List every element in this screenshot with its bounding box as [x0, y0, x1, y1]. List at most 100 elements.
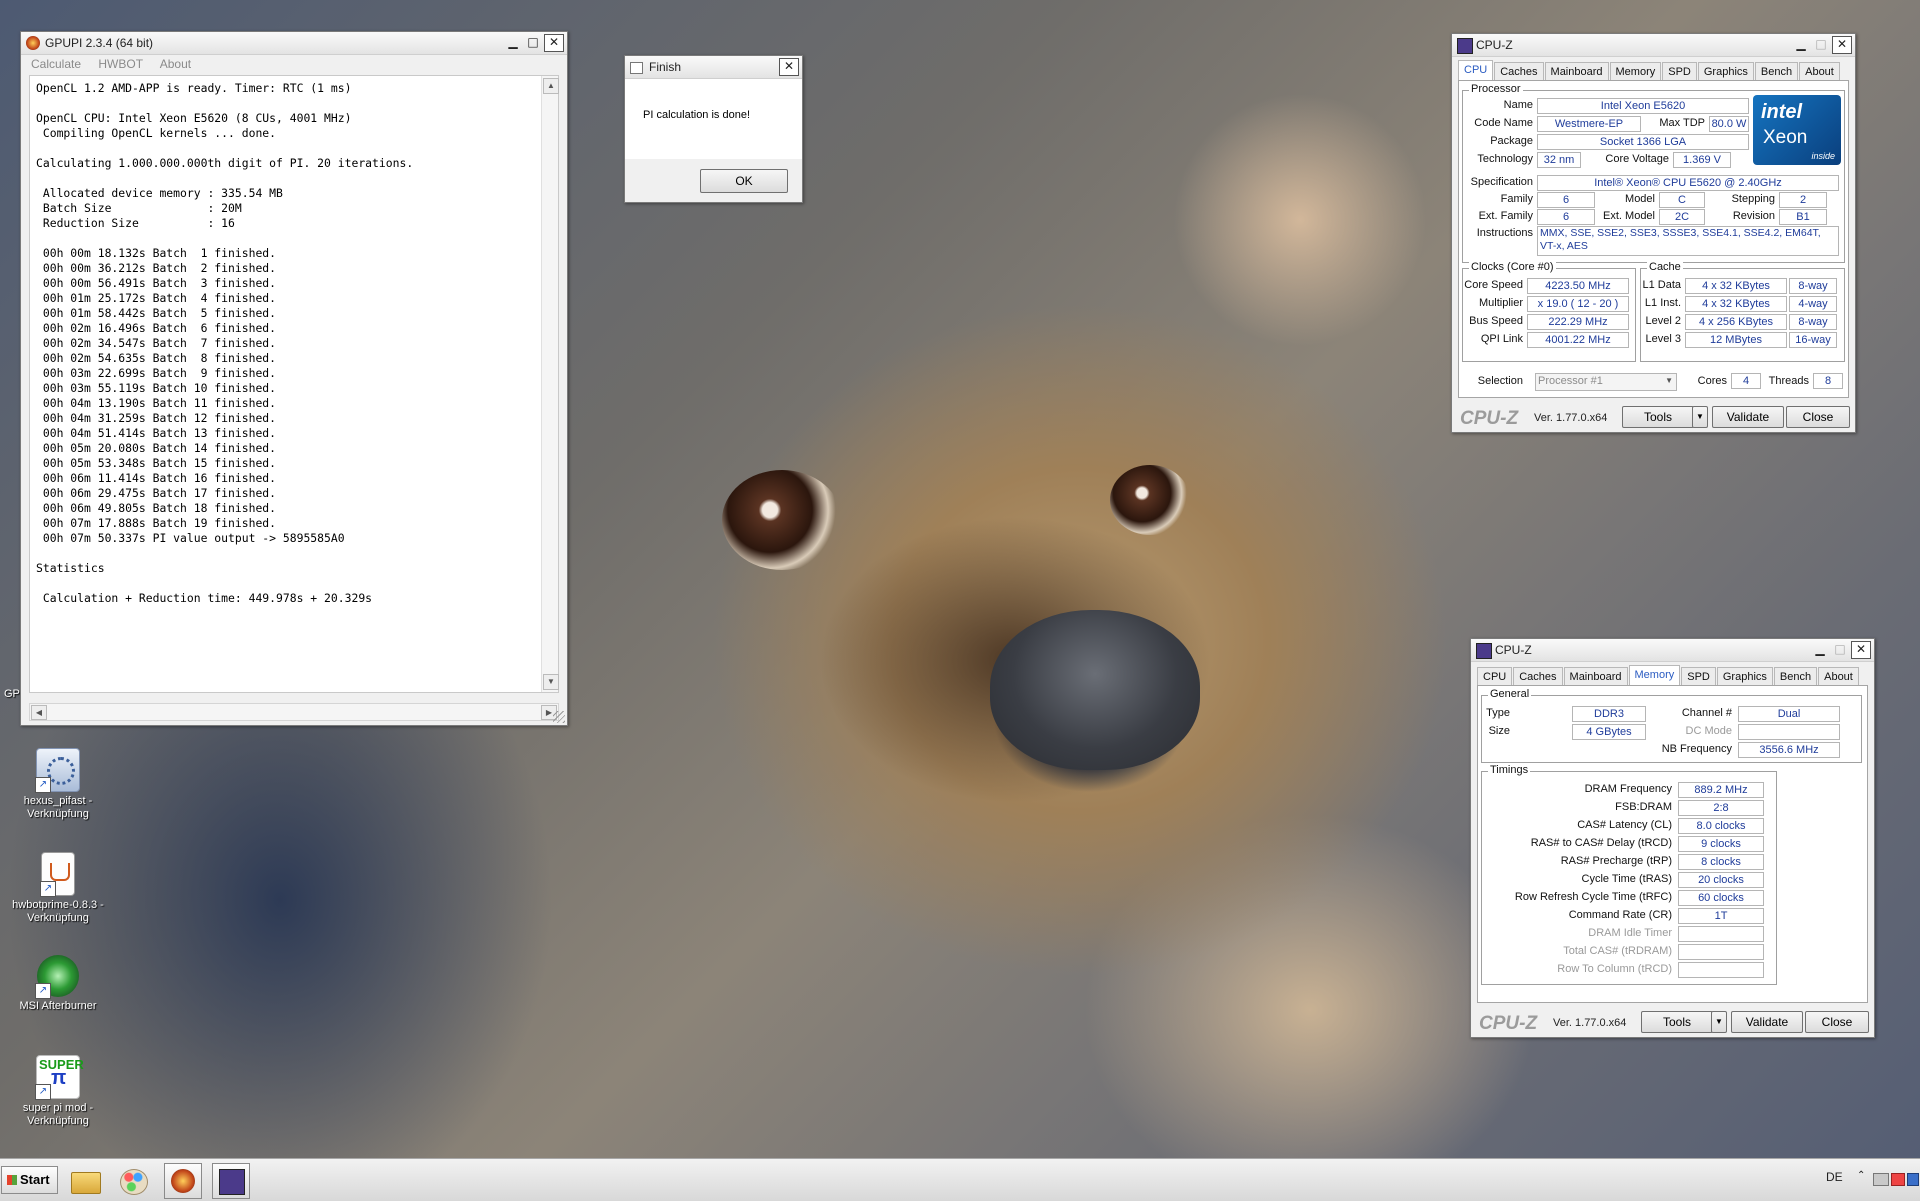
start-button[interactable]: Start: [1, 1166, 58, 1194]
specification-label: Specification: [1470, 176, 1533, 188]
gpupi-output-console[interactable]: OpenCL 1.2 AMD-APP is ready. Timer: RTC …: [29, 75, 559, 693]
nbfreq-value: 3556.6 MHz: [1738, 742, 1840, 758]
ok-button[interactable]: OK: [700, 169, 788, 193]
cpuz-titlebar[interactable]: CPU-Z ▁ □ ✕: [1471, 639, 1874, 662]
tab-bench[interactable]: Bench: [1773, 667, 1818, 686]
close-button[interactable]: ✕: [544, 34, 564, 52]
cores-value: 4: [1731, 373, 1761, 389]
instructions-value: MMX, SSE, SSE2, SSE3, SSSE3, SSE4.1, SSE…: [1537, 226, 1839, 256]
maximize-button[interactable]: □: [1830, 641, 1850, 659]
tab-memory[interactable]: Memory: [1609, 62, 1662, 81]
version-label: Ver. 1.77.0.x64: [1534, 412, 1608, 424]
maximize-button[interactable]: □: [1811, 36, 1831, 54]
paint-taskbar-button[interactable]: [114, 1163, 152, 1199]
cpuz-titlebar[interactable]: CPU-Z ▁ □ ✕: [1452, 34, 1855, 57]
timing-value: 2:8: [1678, 800, 1764, 816]
console-text: OpenCL 1.2 AMD-APP is ready. Timer: RTC …: [36, 81, 414, 605]
action-center-icon[interactable]: [1891, 1173, 1905, 1186]
tab-graphics[interactable]: Graphics: [1716, 667, 1773, 686]
cpuz-tabs: CPU Caches Mainboard Memory SPD Graphics…: [1458, 60, 1841, 81]
shortcut-arrow-icon: ↗: [40, 881, 56, 897]
timing-label: Row Refresh Cycle Time (tRFC): [1514, 891, 1672, 903]
dialog-title: Finish: [649, 60, 682, 74]
desktop-icon-hwbotprime[interactable]: ↗ hwbotprime-0.8.3 - Verknüpfung: [8, 852, 108, 925]
minimize-button[interactable]: ▁: [503, 34, 523, 52]
desktop-icon-hexus-pifast[interactable]: ↗ hexus_pifast - Verknüpfung: [8, 748, 108, 821]
scroll-up-icon[interactable]: ▲: [543, 78, 559, 94]
close-button[interactable]: ✕: [1832, 36, 1852, 54]
l1data-value: 4 x 32 KBytes: [1685, 278, 1787, 294]
extmodel-label: Ext. Model: [1603, 210, 1655, 222]
tools-dropdown-button[interactable]: ▼: [1692, 406, 1708, 428]
validate-button[interactable]: Validate: [1712, 406, 1784, 428]
cpuz-tabs: CPU Caches Mainboard Memory SPD Graphics…: [1477, 665, 1860, 686]
language-indicator[interactable]: DE: [1826, 1170, 1843, 1184]
revision-label: Revision: [1732, 210, 1775, 222]
maximize-button[interactable]: □: [523, 34, 543, 52]
show-hidden-icons-icon[interactable]: ⌃: [1857, 1170, 1865, 1181]
tools-dropdown-button[interactable]: ▼: [1711, 1011, 1727, 1033]
gpupi-titlebar[interactable]: GPUPI 2.3.4 (64 bit) ▁ □ ✕: [21, 32, 567, 55]
menu-calculate[interactable]: Calculate: [31, 57, 81, 71]
resize-grip-icon[interactable]: [553, 711, 565, 723]
chevron-down-icon: ▼: [1715, 1017, 1723, 1026]
tab-caches[interactable]: Caches: [1513, 667, 1563, 686]
explorer-taskbar-button[interactable]: [66, 1163, 104, 1199]
menu-about[interactable]: About: [160, 57, 191, 71]
tab-spd[interactable]: SPD: [1662, 62, 1697, 81]
vertical-scrollbar[interactable]: ▲ ▼: [541, 76, 559, 692]
close-button[interactable]: ✕: [779, 58, 799, 76]
timing-value: 889.2 MHz: [1678, 782, 1764, 798]
menu-hwbot[interactable]: HWBOT: [98, 57, 143, 71]
tab-mainboard[interactable]: Mainboard: [1563, 667, 1628, 686]
validate-button[interactable]: Validate: [1731, 1011, 1803, 1033]
scroll-down-icon[interactable]: ▼: [543, 674, 559, 690]
scroll-left-icon[interactable]: ◀: [31, 705, 47, 720]
volume-icon[interactable]: [1907, 1173, 1919, 1186]
tab-cpu[interactable]: CPU: [1477, 667, 1513, 686]
tab-bench[interactable]: Bench: [1754, 62, 1799, 81]
tab-graphics[interactable]: Graphics: [1697, 62, 1754, 81]
tab-mainboard[interactable]: Mainboard: [1544, 62, 1609, 81]
name-value: Intel Xeon E5620: [1537, 98, 1749, 114]
tab-cpu[interactable]: CPU: [1458, 60, 1494, 81]
tab-spd[interactable]: SPD: [1681, 667, 1716, 686]
tools-button[interactable]: Tools: [1622, 406, 1694, 428]
processor-group: Processor Name Intel Xeon E5620 Code Nam…: [1462, 83, 1845, 263]
cores-label: Cores: [1697, 375, 1727, 387]
horizontal-scrollbar[interactable]: ◀ ▶: [29, 703, 559, 721]
minimize-button[interactable]: ▁: [1810, 641, 1830, 659]
group-label: Cache: [1647, 261, 1683, 273]
close-button[interactable]: ✕: [1851, 641, 1871, 659]
window-title: GPUPI 2.3.4 (64 bit): [45, 36, 154, 50]
desktop-icon-super-pi[interactable]: SUPER π ↗ super pi mod - Verknüpfung: [8, 1055, 108, 1128]
timing-label: Command Rate (CR): [1568, 909, 1672, 921]
processor-select[interactable]: Processor #1 ▼: [1535, 373, 1677, 391]
minimize-button[interactable]: ▁: [1791, 36, 1811, 54]
close-cpuz-button[interactable]: Close: [1805, 1011, 1869, 1033]
group-label: Processor: [1469, 83, 1523, 95]
nbfreq-label: NB Frequency: [1661, 743, 1732, 755]
specification-value: Intel® Xeon® CPU E5620 @ 2.40GHz: [1537, 175, 1839, 191]
corevoltage-label: Core Voltage: [1605, 153, 1669, 165]
afterburner-icon: ↗: [35, 955, 79, 999]
finish-titlebar[interactable]: Finish ✕: [625, 56, 802, 79]
tab-memory[interactable]: Memory: [1628, 665, 1681, 686]
cpuz-app-icon: [1476, 643, 1492, 659]
dialog-footer: OK: [625, 159, 802, 203]
tools-button[interactable]: Tools: [1641, 1011, 1713, 1033]
close-cpuz-button[interactable]: Close: [1786, 406, 1850, 428]
gpupi-taskbar-button[interactable]: [164, 1163, 202, 1199]
tab-about[interactable]: About: [1799, 62, 1840, 81]
timing-label: Row To Column (tRCD): [1557, 963, 1672, 975]
shortcut-arrow-icon: ↗: [35, 983, 51, 999]
family-value: 6: [1537, 192, 1595, 208]
cpuz-taskbar-button[interactable]: [212, 1163, 250, 1199]
multiplier-value: x 19.0 ( 12 - 20 ): [1527, 296, 1629, 312]
cpuz-app-icon: [219, 1169, 245, 1195]
timing-label: Total CAS# (tRDRAM): [1563, 945, 1672, 957]
tab-caches[interactable]: Caches: [1494, 62, 1544, 81]
desktop-icon-msi-afterburner[interactable]: ↗ MSI Afterburner: [8, 955, 108, 1013]
tab-about[interactable]: About: [1818, 667, 1859, 686]
network-icon[interactable]: [1873, 1173, 1889, 1186]
